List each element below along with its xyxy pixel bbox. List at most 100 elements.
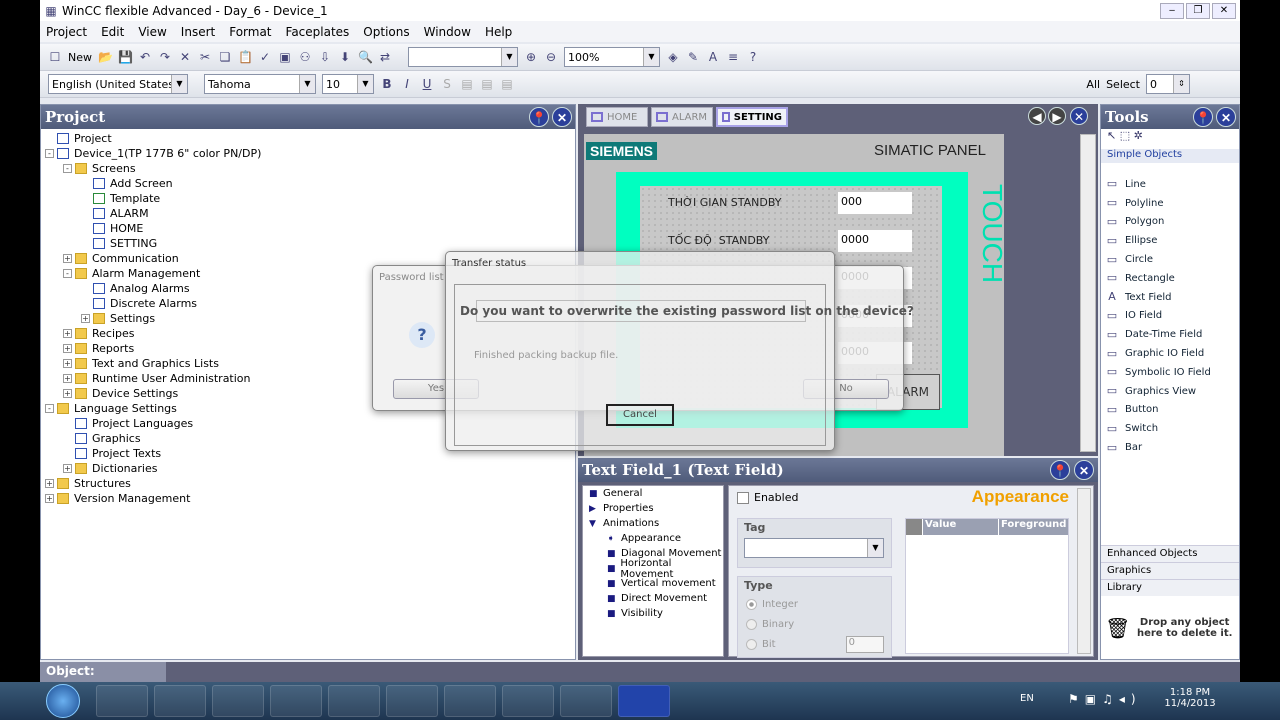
close-editor-icon[interactable]: ✕ [1070,107,1088,125]
zoom-out-icon[interactable]: ⊖ [544,50,558,64]
expand-icon[interactable]: + [81,314,90,323]
line-color-icon[interactable]: ✎ [686,50,700,64]
expand-icon[interactable]: - [63,164,72,173]
tag-combo[interactable]: ▼ [744,538,884,558]
font-size-combo[interactable]: 10 ▼ [322,74,374,94]
find-icon[interactable]: 🔍 [358,50,373,64]
menu-format[interactable]: Format [229,25,271,39]
open-icon[interactable]: 📂 [98,50,113,64]
menu-help[interactable]: Help [485,25,512,39]
io-field[interactable]: 0000 [838,229,912,252]
select-label[interactable]: Select [1106,78,1140,91]
tool-polyline[interactable]: ▭ Polyline [1101,194,1239,213]
media-taskbar-icon[interactable] [270,685,322,717]
paste-icon[interactable]: 📋 [238,50,253,64]
tool-graphic-io[interactable]: ▭ Graphic IO Field [1101,344,1239,363]
tray-icons[interactable]: ⚑▣♫◂) [1068,692,1142,706]
tab-home[interactable]: HOME [586,107,648,127]
tab-alarm[interactable]: ALARM [651,107,713,127]
expand-icon[interactable]: - [45,404,54,413]
tree-item[interactable]: HOME [45,221,575,236]
tree-item[interactable]: Project [45,131,575,146]
zoom-in-icon[interactable]: ⊕ [524,50,538,64]
tool-ellipse[interactable]: ▭ Ellipse [1101,231,1239,250]
expand-icon[interactable]: + [63,464,72,473]
help-icon[interactable]: ? [746,50,760,64]
type-radio-bit[interactable]: Bit 0 [738,634,891,654]
align-icon[interactable]: ▤ [480,77,494,91]
app-taskbar-icon[interactable] [502,685,554,717]
cut-icon[interactable]: ✂ [198,50,212,64]
menu-edit[interactable]: Edit [101,25,124,39]
nav-item[interactable]: ■ General [583,486,723,501]
align-icon[interactable]: ▤ [500,77,514,91]
type-radio-binary[interactable]: Binary [738,614,891,634]
tool-group-enhanced-objects[interactable]: Enhanced Objects [1101,545,1239,562]
expand-icon[interactable]: + [45,494,54,503]
expand-icon[interactable]: + [63,344,72,353]
pin-icon[interactable]: 📍 [1050,460,1070,480]
nav-item[interactable]: ▶ Properties [583,501,723,516]
bit-spinner[interactable]: 0 [845,635,884,653]
tool-graphics-view[interactable]: ▭ Graphics View [1101,382,1239,401]
clock[interactable]: 1:18 PM 11/4/2013 [1160,687,1220,709]
start-button[interactable] [46,684,80,718]
menu-faceplates[interactable]: Faceplates [286,25,350,39]
expand-icon[interactable]: + [63,329,72,338]
menu-view[interactable]: View [138,25,166,39]
runtime-icon[interactable]: ⚇ [298,50,312,64]
object-combo[interactable]: ▼ [408,47,518,67]
language-combo[interactable]: English (United States) ▼ [48,74,188,94]
fill-color-icon[interactable]: ◈ [666,50,680,64]
nav-item[interactable]: ■ Direct Movement [583,591,723,606]
nav-item[interactable]: ➧ Appearance [583,531,723,546]
copy-icon[interactable]: ❏ [218,50,232,64]
nav-item[interactable]: ■ Vertical movement [583,576,723,591]
nav-item[interactable]: ■ Horizontal Movement [583,558,723,580]
tree-item[interactable]: Add Screen [45,176,575,191]
tab-setting[interactable]: SETTING [716,107,788,127]
tool-circle[interactable]: ▭ Circle [1101,250,1239,269]
enabled-checkbox[interactable] [737,491,749,504]
tool-rectangle[interactable]: ▭ Rectangle [1101,269,1239,288]
tool-group-graphics[interactable]: Graphics [1101,562,1239,579]
tree-item[interactable]: + Dictionaries [45,461,575,476]
tool-datetime[interactable]: ▭ Date-Time Field [1101,325,1239,344]
network-taskbar-icon[interactable] [386,685,438,717]
delete-icon[interactable]: ✕ [178,50,192,64]
notes-taskbar-icon[interactable] [328,685,380,717]
zoom-combo[interactable]: 100% ▼ [564,47,660,67]
replace-icon[interactable]: ⇄ [378,50,392,64]
line-style-icon[interactable]: ≡ [726,50,740,64]
align-icon[interactable]: ▤ [460,77,474,91]
check-icon[interactable]: ✓ [258,50,272,64]
tool-io[interactable]: ▭ IO Field [1101,307,1239,326]
compile-icon[interactable]: ▣ [278,50,292,64]
close-icon[interactable]: ✕ [1216,107,1236,127]
ie-taskbar-icon[interactable] [154,685,206,717]
new-icon[interactable]: ☐ [48,50,62,64]
font-combo[interactable]: Tahoma ▼ [204,74,316,94]
tool-A[interactable]: A Text Field [1101,288,1239,307]
prev-tab-icon[interactable]: ◀ [1028,107,1046,125]
tool-symbolic-io[interactable]: ▭ Symbolic IO Field [1101,363,1239,382]
nav-item[interactable]: ▼ Animations [583,516,723,531]
tool-polygon[interactable]: ▭ Polygon [1101,213,1239,232]
expand-icon[interactable]: + [63,374,72,383]
pin-icon[interactable]: 📍 [529,107,549,127]
cancel-button[interactable]: Cancel [606,404,674,426]
menu-insert[interactable]: Insert [181,25,215,39]
pin-icon[interactable]: 📍 [1193,107,1213,127]
tree-item[interactable]: + Structures [45,476,575,491]
maximize-button[interactable]: ❐ [1186,2,1210,19]
tree-item[interactable]: Template [45,191,575,206]
all-label[interactable]: All [1086,78,1100,91]
menu-project[interactable]: Project [46,25,87,39]
tool-bar[interactable]: ▭ Bar [1101,438,1239,457]
undo-icon[interactable]: ↶ [138,50,152,64]
app-taskbar-icon[interactable] [560,685,612,717]
close-icon[interactable]: ✕ [552,107,572,127]
new-button[interactable]: New [68,51,92,64]
input-language[interactable]: EN [1020,693,1034,704]
explorer-taskbar-icon[interactable] [212,685,264,717]
